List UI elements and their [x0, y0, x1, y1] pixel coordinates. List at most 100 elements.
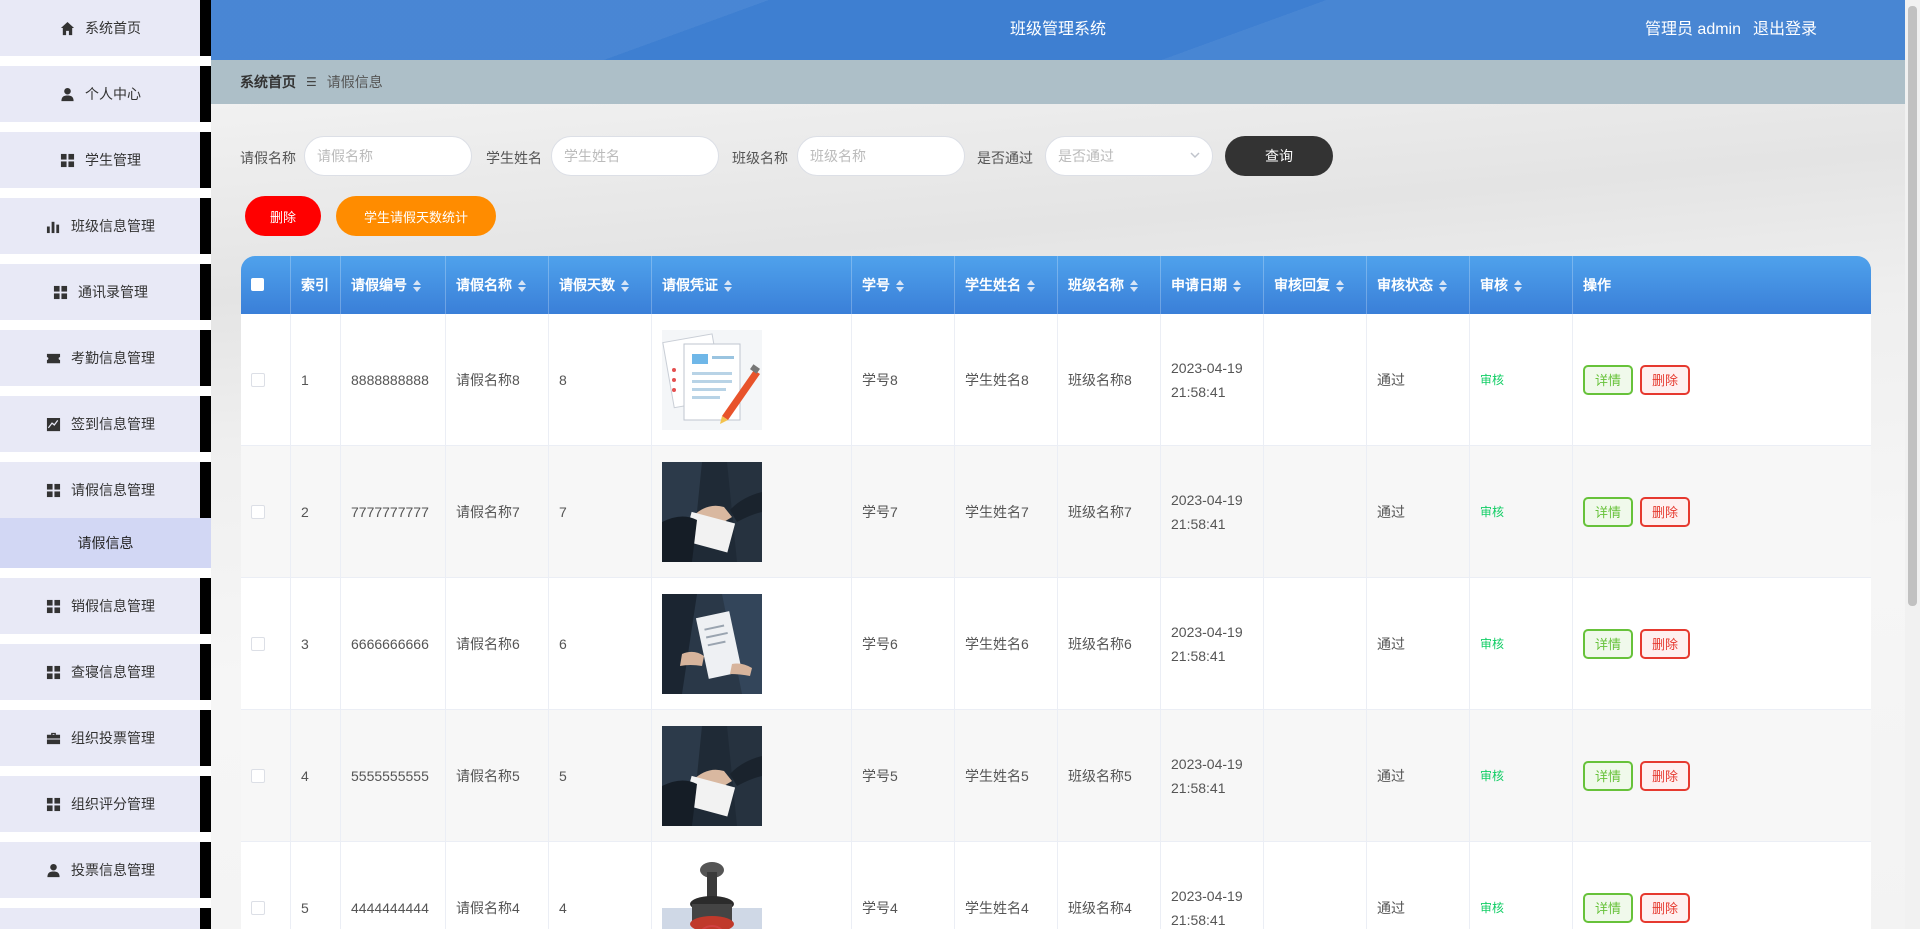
sidebar-item-vote-org[interactable]: 组织投票管理 — [0, 710, 211, 766]
sort-icon[interactable] — [518, 279, 526, 293]
cell-leave-name: 请假名称7 — [446, 446, 549, 577]
sort-icon[interactable] — [724, 279, 732, 293]
row-checkbox[interactable] — [251, 637, 265, 651]
sidebar-item-score-org[interactable]: 组织评分管理 — [0, 776, 211, 832]
col-student-id[interactable]: 学号 — [852, 256, 955, 314]
table-row: 5 4444444444 请假名称4 4 — [241, 842, 1871, 929]
query-button[interactable]: 查询 — [1225, 136, 1333, 176]
logout-link[interactable]: 退出登录 — [1753, 0, 1817, 60]
row-checkbox[interactable] — [251, 373, 265, 387]
passed-select-value[interactable]: 是否通过 — [1045, 136, 1213, 176]
cell-leave-days: 6 — [549, 578, 652, 709]
row-delete-button[interactable]: 删除 — [1640, 497, 1690, 527]
detail-button[interactable]: 详情 — [1583, 893, 1633, 923]
row-checkbox[interactable] — [251, 769, 265, 783]
audit-link[interactable]: 审核 — [1480, 767, 1504, 784]
handshake-image[interactable] — [662, 726, 762, 826]
col-student-name[interactable]: 学生姓名 — [955, 256, 1058, 314]
class-name-label: 班级名称 — [732, 148, 788, 168]
handshake-image[interactable] — [662, 462, 762, 562]
detail-button[interactable]: 详情 — [1583, 365, 1633, 395]
sort-icon[interactable] — [413, 279, 421, 293]
col-audit[interactable]: 审核 — [1470, 256, 1573, 314]
sort-icon[interactable] — [621, 279, 629, 293]
audit-link[interactable]: 审核 — [1480, 503, 1504, 520]
sidebar-item-leave[interactable]: 请假信息管理 — [0, 462, 211, 518]
row-checkbox[interactable] — [251, 505, 265, 519]
cell-student-id: 学号6 — [852, 578, 955, 709]
sidebar-item-students[interactable]: 学生管理 — [0, 132, 211, 188]
cell-leave-no: 8888888888 — [341, 314, 446, 445]
audit-link[interactable]: 审核 — [1480, 635, 1504, 652]
table-header: 索引 请假编号 请假名称 请假天数 请假凭证 学号 学生姓名 班级名称 申请日期… — [241, 256, 1871, 314]
row-delete-button[interactable]: 删除 — [1640, 893, 1690, 923]
passed-select[interactable]: 是否通过 — [1045, 136, 1213, 176]
row-checkbox[interactable] — [251, 901, 265, 915]
sort-icon[interactable] — [896, 279, 904, 293]
sidebar-item-class-info[interactable]: 班级信息管理 — [0, 198, 211, 254]
line-chart-icon — [45, 416, 61, 432]
audit-link[interactable]: 审核 — [1480, 371, 1504, 388]
document-pen-image[interactable] — [662, 330, 762, 430]
breadcrumb-home[interactable]: 系统首页 — [240, 72, 296, 92]
col-audit-status[interactable]: 审核状态 — [1367, 256, 1470, 314]
col-class-name[interactable]: 班级名称 — [1058, 256, 1161, 314]
class-name-input[interactable] — [797, 136, 965, 176]
cell-leave-name: 请假名称4 — [446, 842, 549, 929]
col-leave-no[interactable]: 请假编号 — [341, 256, 446, 314]
sidebar-item-label: 组织评分管理 — [71, 794, 155, 814]
student-name-input[interactable] — [551, 136, 719, 176]
row-delete-button[interactable]: 删除 — [1640, 761, 1690, 791]
detail-button[interactable]: 详情 — [1583, 761, 1633, 791]
sidebar-subitem-leave-info[interactable]: 请假信息 — [0, 518, 211, 568]
scrollbar-thumb[interactable] — [1908, 6, 1917, 606]
sidebar-item-more[interactable] — [0, 908, 211, 929]
sidebar-item-dorm-check[interactable]: 查寝信息管理 — [0, 644, 211, 700]
audit-link[interactable]: 审核 — [1480, 899, 1504, 916]
detail-button[interactable]: 详情 — [1583, 497, 1633, 527]
sidebar-item-label: 投票信息管理 — [71, 860, 155, 880]
sidebar-item-signin[interactable]: 签到信息管理 — [0, 396, 211, 452]
leave-name-label: 请假名称 — [240, 148, 296, 168]
sidebar-item-vote-info[interactable]: 投票信息管理 — [0, 842, 211, 898]
sidebar-item-attendance[interactable]: 考勤信息管理 — [0, 330, 211, 386]
sort-icon[interactable] — [1233, 279, 1241, 293]
select-all-checkbox[interactable] — [251, 278, 264, 291]
sort-icon[interactable] — [1027, 279, 1035, 293]
sort-icon[interactable] — [1336, 279, 1344, 293]
reading-document-image[interactable] — [662, 594, 762, 694]
col-audit-reply[interactable]: 审核回复 — [1264, 256, 1367, 314]
row-delete-button[interactable]: 删除 — [1640, 629, 1690, 659]
sidebar-item-profile[interactable]: 个人中心 — [0, 66, 211, 122]
stamp-image[interactable] — [662, 858, 762, 929]
sort-icon[interactable] — [1130, 279, 1138, 293]
batch-delete-button[interactable]: 删除 — [245, 196, 321, 236]
sidebar-subitem-label: 请假信息 — [78, 533, 134, 553]
col-leave-proof[interactable]: 请假凭证 — [652, 256, 852, 314]
grid-icon — [45, 664, 61, 680]
sidebar-item-cancel-leave[interactable]: 销假信息管理 — [0, 578, 211, 634]
row-delete-button[interactable]: 删除 — [1640, 365, 1690, 395]
home-icon — [59, 20, 75, 36]
detail-button[interactable]: 详情 — [1583, 629, 1633, 659]
sidebar-item-home[interactable]: 系统首页 — [0, 0, 211, 56]
col-leave-name[interactable]: 请假名称 — [446, 256, 549, 314]
cell-class-name: 班级名称6 — [1058, 578, 1161, 709]
sort-icon[interactable] — [1439, 279, 1447, 293]
leave-name-input[interactable] — [304, 136, 472, 176]
cell-student-id: 学号5 — [852, 710, 955, 841]
leave-days-stats-button[interactable]: 学生请假天数统计 — [336, 196, 496, 236]
cell-student-name: 学生姓名4 — [955, 842, 1058, 929]
sidebar-item-contacts[interactable]: 通讯录管理 — [0, 264, 211, 320]
cell-student-name: 学生姓名5 — [955, 710, 1058, 841]
sort-icon[interactable] — [1514, 279, 1522, 293]
cell-apply-date: 2023-04-1921:58:41 — [1161, 710, 1264, 841]
col-apply-date[interactable]: 申请日期 — [1161, 256, 1264, 314]
passed-label: 是否通过 — [977, 148, 1033, 168]
cell-apply-date: 2023-04-1921:58:41 — [1161, 314, 1264, 445]
sidebar: 系统首页 个人中心 学生管理 班级信息管理 通讯录管理 考勤信息管理 签到信息管… — [0, 0, 211, 929]
cell-index: 4 — [291, 710, 341, 841]
col-leave-days[interactable]: 请假天数 — [549, 256, 652, 314]
vertical-scrollbar[interactable] — [1905, 0, 1920, 929]
grid-icon — [45, 796, 61, 812]
